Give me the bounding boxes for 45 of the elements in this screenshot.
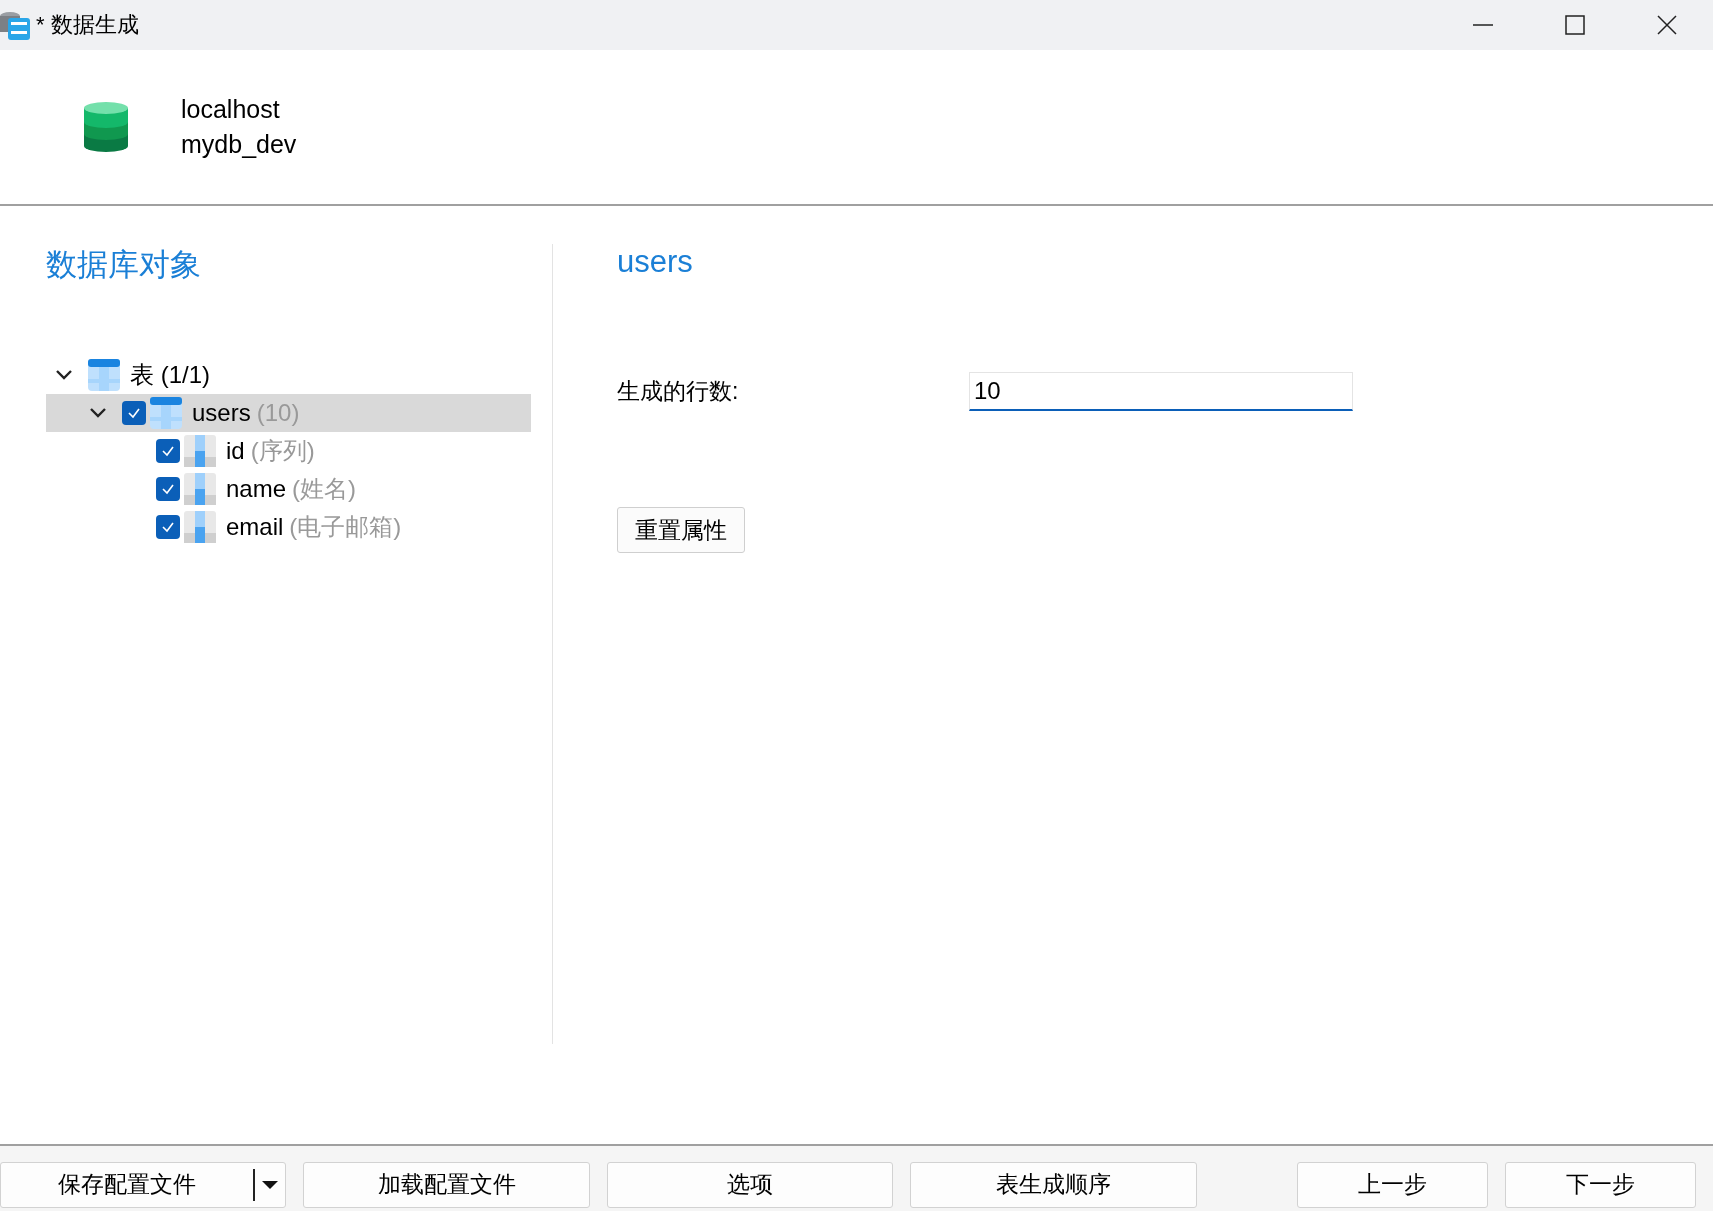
check-icon: [161, 444, 175, 458]
table-icon: [150, 397, 182, 429]
checkbox[interactable]: [156, 477, 180, 501]
tree-row[interactable]: 表 (1/1): [46, 356, 531, 394]
row-count-label: 生成的行数:: [617, 377, 740, 406]
tree-hint: (电子邮箱): [289, 512, 402, 542]
back-button[interactable]: 上一步: [1296, 1161, 1488, 1208]
tree-label: email: [226, 513, 284, 541]
tree-hint: (序列): [250, 436, 315, 466]
tree-row[interactable]: id (序列): [46, 432, 531, 470]
tree-label: id: [226, 437, 245, 465]
close-icon[interactable]: [1656, 14, 1678, 36]
column-icon: [184, 435, 216, 467]
tree-hint: (姓名): [292, 474, 357, 504]
tree-label: name: [226, 475, 287, 503]
check-icon: [161, 520, 175, 534]
row-count-field[interactable]: 10: [969, 372, 1353, 411]
tree-label: users: [192, 399, 251, 427]
checkbox[interactable]: [156, 439, 180, 463]
next-button[interactable]: 下一步: [1504, 1161, 1696, 1208]
tree-label: 表 (1/1): [130, 360, 210, 390]
tree-row[interactable]: name (姓名): [46, 470, 531, 508]
check-icon: [127, 406, 141, 420]
order-button[interactable]: 表生成顺序: [910, 1161, 1197, 1208]
reset-button[interactable]: 重置属性: [617, 507, 745, 553]
column-icon: [184, 473, 216, 505]
maximize-icon[interactable]: [1564, 14, 1586, 36]
table-title: users: [617, 244, 694, 280]
app-icon: [0, 10, 30, 40]
window-title: * 数据生成: [36, 11, 140, 39]
options-button[interactable]: 选项: [606, 1161, 894, 1208]
tree-hint: (10): [256, 399, 300, 427]
column-icon: [184, 511, 216, 543]
tables-icon: [88, 359, 120, 391]
save-button[interactable]: 保存配置文件: [1, 1168, 256, 1201]
check-icon: [161, 482, 175, 496]
database-name: mydb_dev: [181, 130, 297, 159]
checkbox[interactable]: [122, 401, 146, 425]
host-name: localhost: [181, 95, 281, 124]
database-icon: [84, 102, 128, 152]
load-button[interactable]: 加载配置文件: [303, 1161, 590, 1208]
tree-row[interactable]: email (电子邮箱): [46, 508, 531, 546]
checkbox[interactable]: [156, 515, 180, 539]
panel-title: 数据库对象: [46, 246, 202, 284]
tree-row[interactable]: users (10): [46, 394, 531, 432]
